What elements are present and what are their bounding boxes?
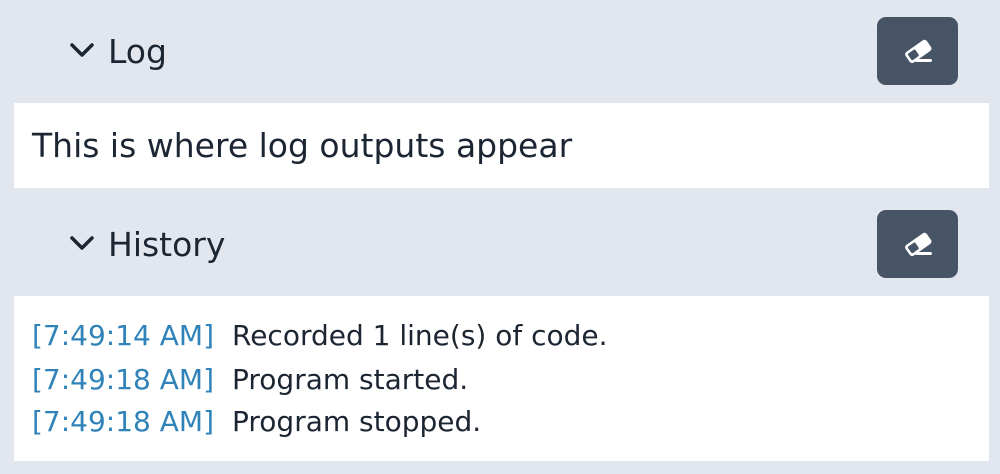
history-section-header[interactable]: History: [14, 193, 989, 296]
next-section-edge: [14, 461, 989, 474]
eraser-icon: [904, 232, 932, 256]
history-list: [7:49:14 AM] Recorded 1 line(s) of code. …: [14, 296, 989, 461]
log-placeholder-text: This is where log outputs appear: [32, 126, 573, 165]
eraser-icon: [904, 39, 932, 63]
log-section-header[interactable]: Log: [14, 0, 989, 103]
clear-log-button[interactable]: [877, 17, 958, 85]
history-entry: [7:49:14 AM] Recorded 1 line(s) of code.: [32, 322, 608, 350]
history-timestamp: [7:49:14 AM]: [32, 319, 214, 352]
history-timestamp: [7:49:18 AM]: [32, 363, 214, 396]
log-title: Log: [108, 32, 167, 71]
history-entry: [7:49:18 AM] Program stopped.: [32, 408, 481, 436]
clear-history-button[interactable]: [877, 210, 958, 278]
left-gutter: [0, 0, 14, 474]
history-timestamp: [7:49:18 AM]: [32, 405, 214, 438]
output-panel: Log This is where log outputs appear His…: [0, 0, 1000, 474]
chevron-down-icon[interactable]: [69, 37, 95, 63]
history-title: History: [108, 225, 226, 264]
history-message: Program started.: [232, 363, 469, 396]
chevron-down-icon[interactable]: [69, 230, 95, 256]
history-entry: [7:49:18 AM] Program started.: [32, 366, 468, 394]
history-message: Program stopped.: [232, 405, 482, 438]
log-output: This is where log outputs appear: [14, 103, 989, 188]
history-message: Recorded 1 line(s) of code.: [232, 319, 608, 352]
